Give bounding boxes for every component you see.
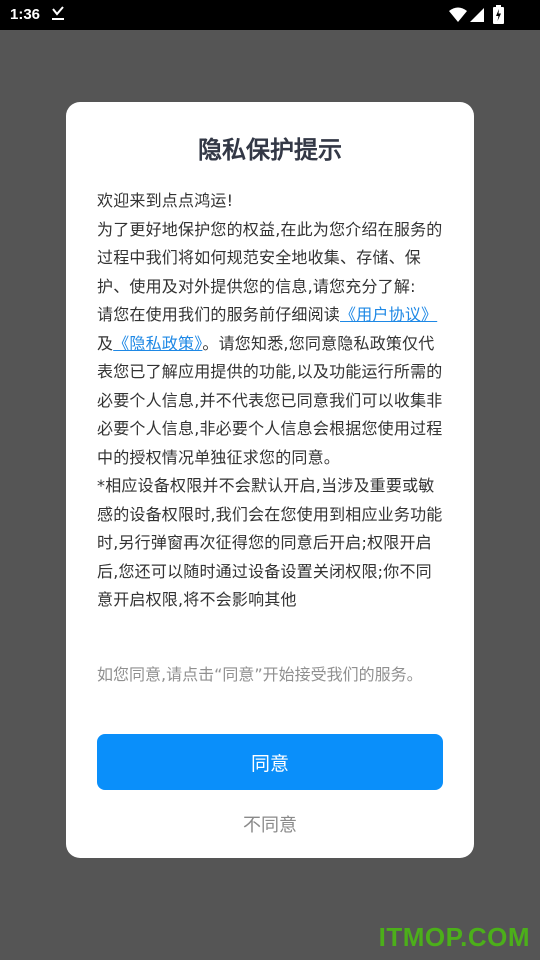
disagree-button[interactable]: 不同意 [170,806,370,842]
agreement-text-scroll[interactable]: 欢迎来到点点鸿运! 为了更好地保护您的权益,在此为您介绍在服务的过程中我们将如何… [97,187,443,643]
user-agreement-link[interactable]: 《用户协议》 [340,305,437,324]
welcome-text: 欢迎来到点点鸿运! [97,191,234,210]
privacy-policy-link[interactable]: 《隐私政策》 [113,334,202,353]
permission-paragraph: *相应设备权限并不会默认开启,当涉及重要或敏感的设备权限时,我们会在您使用到相应… [97,476,443,609]
policy-paragraph: 请您在使用我们的服务前仔细阅读《用户协议》及《隐私政策》。请您知悉,您同意隐私政… [97,301,443,472]
watermark-logo: ITMOP.COM [378,922,530,952]
and-text: 及 [97,333,114,353]
intro-paragraph: 为了更好地保护您的权益,在此为您介绍在服务的过程中我们将如何规范安全地收集、存储… [97,219,443,296]
signal-icon [469,7,485,27]
status-bar: 1:36 [0,0,540,30]
battery-charging-icon [493,5,504,28]
agree-button[interactable]: 同意 [97,734,443,790]
privacy-dialog: 隐私保护提示 欢迎来到点点鸿运! 为了更好地保护您的权益,在此为您介绍在服务的过… [66,102,474,858]
consent-note: 如您同意,请点击“同意”开始接受我们的服务。 [97,665,423,684]
dialog-title: 隐私保护提示 [198,136,342,164]
download-done-icon [50,6,66,26]
status-time: 1:36 [10,6,41,23]
policy-suffix-text: 。请您知悉,您同意隐私政策仅代表您已了解应用提供的功能,以及功能运行所需的必要个… [97,333,443,467]
wifi-icon [449,7,467,27]
policy-prefix-text: 请您在使用我们的服务前仔细阅读 [97,305,341,324]
